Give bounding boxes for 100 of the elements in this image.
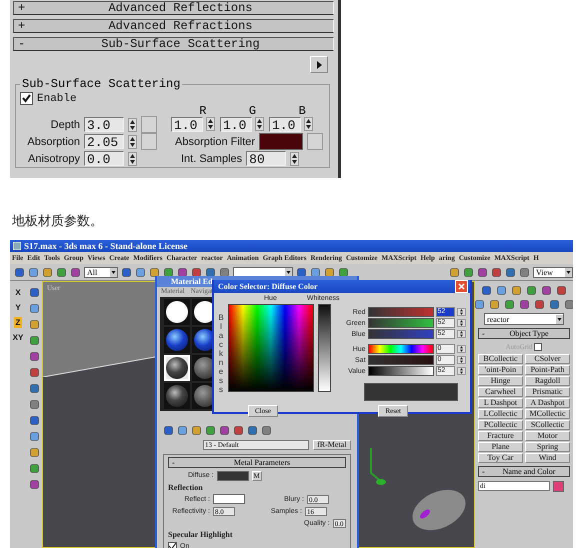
object-type-button[interactable]: 'oint-Poin (478, 365, 523, 375)
object-type-button[interactable]: Hinge (478, 376, 523, 386)
object-type-button[interactable]: Motor (525, 431, 570, 441)
object-type-button[interactable]: Plane (478, 442, 523, 452)
toolbar-icon[interactable] (177, 424, 188, 436)
enable-checkbox[interactable] (20, 92, 33, 105)
parameter-field[interactable]: 3.0 (84, 117, 124, 132)
spinner-icon[interactable] (255, 117, 264, 131)
toolbar-icon[interactable] (135, 266, 146, 278)
spinner-icon[interactable] (128, 118, 137, 132)
toolbar-icon[interactable] (28, 447, 40, 458)
toolbar-icon[interactable] (488, 299, 500, 310)
color-field[interactable]: 1.0 (171, 117, 203, 132)
toolbar-icon[interactable] (491, 266, 502, 278)
toolbar-icon[interactable] (219, 266, 230, 278)
sample-slot[interactable] (164, 299, 190, 325)
sample-slot[interactable] (164, 327, 190, 353)
toolbar-icon[interactable] (504, 299, 514, 310)
toolbar-icon[interactable] (191, 424, 202, 436)
color-spectrum[interactable] (228, 304, 314, 392)
object-type-button[interactable]: Toy Car (478, 453, 523, 463)
toolbar-icon[interactable] (14, 266, 25, 278)
axis-button[interactable]: Z (14, 317, 22, 328)
toolbar-icon[interactable] (163, 424, 174, 436)
toolbar-icon[interactable] (28, 303, 40, 314)
spinner-icon[interactable] (456, 308, 466, 316)
toolbar-icon[interactable] (556, 285, 567, 296)
toolbar-icon[interactable] (261, 424, 272, 436)
axis-button[interactable]: Y (13, 302, 23, 313)
material-type-button[interactable]: fR-Metal (312, 440, 351, 450)
axis-button[interactable]: X (13, 287, 23, 298)
toolbar-icon[interactable] (481, 285, 492, 296)
parameter-field[interactable]: 2.05 (84, 134, 124, 149)
toolbar-icon[interactable] (324, 266, 335, 278)
spinner-icon[interactable] (128, 134, 137, 148)
autogrid-checkbox[interactable] (534, 342, 542, 350)
toolbar-icon[interactable] (534, 299, 544, 310)
toolbar-icon[interactable] (219, 424, 230, 436)
object-type-button[interactable]: Wind (525, 453, 570, 463)
toolbar-icon[interactable] (505, 266, 516, 278)
toolbar-icon[interactable] (310, 266, 321, 278)
object-type-button[interactable]: Prismatic (525, 387, 570, 397)
toolbar-icon[interactable] (474, 299, 484, 310)
object-type-button[interactable]: SCollectic (525, 420, 570, 430)
toolbar-icon[interactable] (28, 266, 39, 278)
dropdown-arrow-icon[interactable] (556, 314, 563, 324)
rollout-header[interactable]: - Sub-Surface Scattering (13, 37, 334, 51)
toolbar-icon[interactable] (28, 479, 40, 490)
toolbar-icon[interactable] (28, 335, 40, 346)
spinner-icon[interactable] (206, 117, 215, 131)
toolbar-icon[interactable] (28, 463, 40, 474)
toolbar-icon[interactable] (541, 285, 552, 296)
object-type-button[interactable]: A Dashpot (525, 398, 570, 408)
rollout-header[interactable]: - Object Type (478, 328, 570, 339)
toolbar-icon[interactable] (28, 287, 40, 298)
toolbar-icon[interactable] (28, 367, 40, 378)
toolbar-icon[interactable] (163, 266, 174, 278)
object-type-button[interactable]: MCollectic (525, 409, 570, 419)
dropdown-field[interactable] (233, 266, 293, 278)
object-type-button[interactable]: BCollectic (478, 354, 523, 364)
toolbar-icon[interactable] (233, 424, 244, 436)
rollout-header[interactable]: - Metal Parameters (168, 457, 346, 468)
toolbar-icon[interactable] (247, 424, 258, 436)
object-type-button[interactable]: Fracture (478, 431, 523, 441)
toolbar-icon[interactable] (564, 299, 573, 310)
close-icon[interactable] (455, 280, 468, 293)
dropdown-arrow-icon[interactable] (565, 268, 572, 276)
toolbar-icon[interactable] (296, 266, 307, 278)
toolbar-icon[interactable] (191, 266, 202, 278)
toolbar-icon[interactable] (28, 399, 40, 410)
spinner-icon[interactable] (456, 356, 466, 364)
selection-filter-dropdown[interactable]: All (84, 266, 118, 278)
toolbar-icon[interactable] (548, 299, 560, 310)
toolbar-icon[interactable] (28, 383, 40, 394)
toolbar-icon[interactable] (463, 266, 474, 278)
toolbar-icon[interactable] (149, 266, 160, 278)
toolbar-icon[interactable] (121, 266, 132, 278)
toolbar-icon[interactable] (28, 319, 40, 330)
parameter-field[interactable]: 0.0 (84, 151, 124, 166)
whiteness-bar[interactable] (318, 304, 331, 392)
diffuse-swatch[interactable] (216, 470, 249, 480)
toolbar-icon[interactable] (511, 285, 522, 296)
on-checkbox[interactable] (168, 542, 177, 548)
rollout-header[interactable]: + Advanced Reflections (13, 1, 334, 15)
samples-field[interactable]: 80 (246, 151, 286, 166)
toolbar-icon[interactable] (338, 266, 349, 278)
toolbar-icon[interactable] (519, 266, 530, 278)
object-type-button[interactable]: L Dashpot (478, 398, 523, 408)
dropdown-arrow-icon[interactable] (285, 268, 292, 276)
toolbar-icon[interactable] (70, 266, 81, 278)
toolbar-icon[interactable] (477, 266, 488, 278)
object-type-button[interactable]: Spring (525, 442, 570, 452)
color-field[interactable]: 1.0 (269, 117, 301, 132)
object-type-button[interactable]: Ragdoll (525, 376, 570, 386)
spinner-icon[interactable] (304, 117, 313, 131)
spinner-icon[interactable] (290, 152, 300, 166)
axis-button[interactable]: XY (10, 332, 26, 343)
color-swatch[interactable] (553, 480, 564, 492)
toolbar-icon[interactable] (526, 285, 537, 296)
object-type-button[interactable]: Carwheel (478, 387, 523, 397)
